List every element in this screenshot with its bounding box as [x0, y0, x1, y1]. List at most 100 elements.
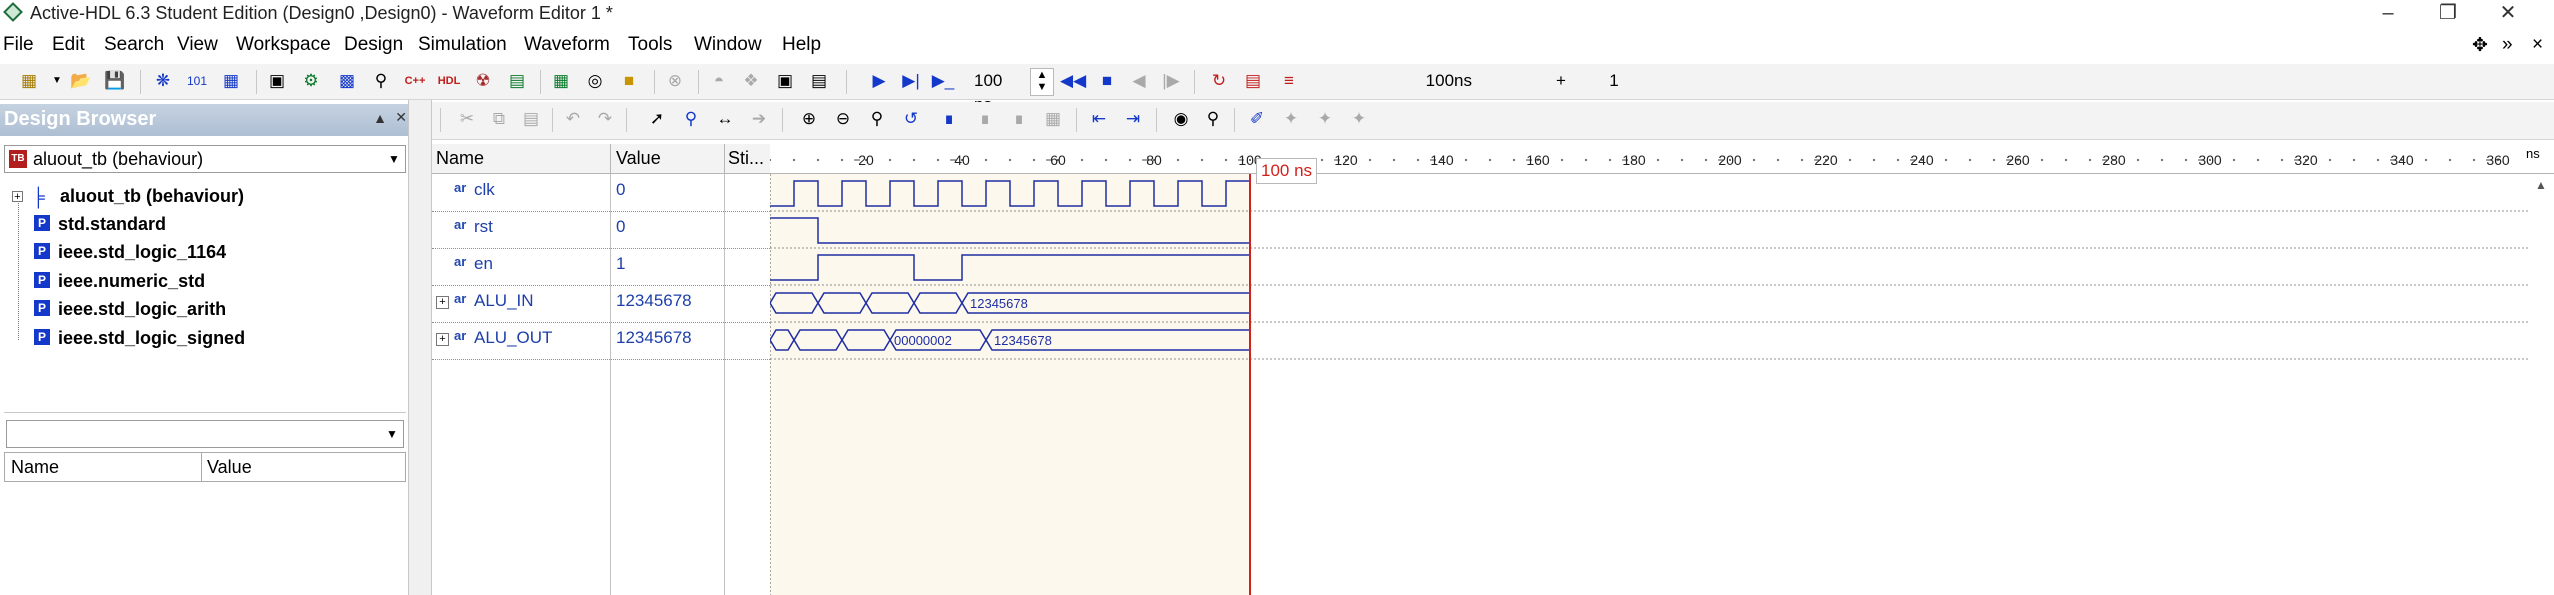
menu-search[interactable]: Search	[104, 34, 164, 56]
select-pointer-icon[interactable]: ➚	[644, 106, 670, 132]
signal-row-en[interactable]: ar en 1	[432, 248, 770, 286]
close-icon[interactable]: ×	[2532, 34, 2543, 56]
plus-icon[interactable]: +	[1548, 68, 1574, 94]
signal-row-alu-out[interactable]: + ar ALU_OUT 12345678	[432, 322, 770, 360]
zoom-fit-icon[interactable]: ⚲	[864, 106, 890, 132]
next-transition-icon[interactable]: ⇥	[1120, 106, 1146, 132]
signal-row-clk[interactable]: ar clk 0	[432, 174, 770, 212]
tree-item-ieee-std-logic-1164[interactable]: ieee.std_logic_1164	[58, 242, 226, 263]
time-spinner-icon[interactable]: ▲ ▼	[1030, 68, 1054, 96]
menu-view[interactable]: View	[177, 34, 218, 56]
chevron-down-icon[interactable]: ▼	[384, 425, 400, 443]
diagram-icon[interactable]: ▦	[548, 68, 574, 94]
column-header-value[interactable]: Value	[616, 148, 661, 169]
compile-icon[interactable]: ▣	[772, 68, 798, 94]
run-for-icon[interactable]: ▶_	[930, 68, 956, 94]
ruler-minor-tick	[1489, 159, 1491, 161]
time-ruler[interactable]: 20 40 60 80 100 120 140 160 180 200 220 240 260 280 30…	[770, 144, 2554, 174]
breakpoint-list-icon[interactable]: ≡	[1276, 68, 1302, 94]
save-icon[interactable]: 💾	[102, 68, 128, 94]
chevron-down-icon[interactable]: ▼	[386, 150, 402, 168]
menu-workspace[interactable]: Workspace	[236, 34, 331, 56]
pin-icon[interactable]: ▲	[373, 110, 387, 126]
edge-icon[interactable]: ∎	[936, 106, 962, 132]
minimize-button[interactable]: –	[2368, 0, 2408, 28]
column-header-stimulator[interactable]: Sti...	[728, 148, 764, 169]
measure-icon[interactable]: ↔	[712, 106, 738, 132]
package-icon: P	[34, 243, 50, 259]
tree-item-std-standard[interactable]: std.standard	[58, 214, 166, 235]
ruler-minor-tick	[2473, 159, 2475, 161]
menu-design[interactable]: Design	[344, 34, 403, 56]
chevrons-icon[interactable]: »	[2502, 34, 2513, 56]
zoom-in-icon[interactable]: ⊕	[796, 106, 822, 132]
ruler-tick-label: 60	[1050, 152, 1066, 168]
scroll-up-icon[interactable]: ▲	[2532, 178, 2550, 196]
menu-help[interactable]: Help	[782, 34, 821, 56]
restore-button[interactable]: ❐	[2428, 0, 2468, 28]
hierarchy-icon[interactable]: ⚙	[298, 68, 324, 94]
menu-file[interactable]: File	[3, 34, 34, 56]
ruler-minor-tick	[1105, 159, 1107, 161]
restart-icon[interactable]: ◀◀	[1060, 68, 1086, 94]
menu-edit[interactable]: Edit	[52, 34, 85, 56]
signal-name: en	[474, 254, 493, 273]
zoom-out-icon[interactable]: ⊖	[830, 106, 856, 132]
workspace-icon[interactable]: ▦	[16, 68, 42, 94]
grid-icon[interactable]: ▦	[218, 68, 244, 94]
tree-item-ieee-numeric-std[interactable]: ieee.numeric_std	[58, 271, 205, 292]
tree-item-ieee-std-logic-signed[interactable]: ieee.std_logic_signed	[58, 328, 245, 349]
find-icon[interactable]: ⚲	[368, 68, 394, 94]
zoom-range-icon[interactable]: ↺	[898, 106, 924, 132]
signal-row-alu-in[interactable]: + ar ALU_IN 12345678	[432, 285, 770, 323]
dropdown-arrow-icon[interactable]: ▼	[44, 68, 70, 94]
c-code-icon[interactable]: C++	[402, 68, 428, 94]
previous-transition-icon[interactable]: ⇤	[1086, 106, 1112, 132]
column-header-name[interactable]: Name	[11, 457, 59, 478]
tree-item-aluout-tb[interactable]: aluout_tb (behaviour)	[60, 186, 244, 207]
hdl-code-icon[interactable]: HDL	[436, 68, 462, 94]
object-filter-select[interactable]: ▼	[6, 420, 404, 448]
column-separator[interactable]	[201, 453, 202, 481]
books-icon[interactable]: ▤	[504, 68, 530, 94]
step-count-field[interactable]: 1	[1584, 69, 1644, 95]
move-icon[interactable]: ✥	[2472, 34, 2488, 57]
menu-window[interactable]: Window	[694, 34, 762, 56]
netlist-icon[interactable]: ❋	[150, 68, 176, 94]
column-header-value[interactable]: Value	[207, 457, 252, 478]
find-signal-icon[interactable]: ⚲	[1200, 106, 1226, 132]
expand-icon[interactable]: +	[436, 333, 449, 346]
tree-expand-icon[interactable]: +	[12, 191, 23, 203]
tree-item-ieee-std-logic-arith[interactable]: ieee.std_logic_arith	[58, 299, 226, 320]
compile-all-icon[interactable]: ▤	[806, 68, 832, 94]
waveform-area[interactable]: 12345678 00000002 12345678	[770, 174, 2554, 595]
library-icon[interactable]: ▣	[264, 68, 290, 94]
run-until-icon[interactable]: ▶|	[898, 68, 924, 94]
block-icon[interactable]: ▩	[334, 68, 360, 94]
column-header-name[interactable]: Name	[436, 148, 484, 169]
menu-waveform[interactable]: Waveform	[524, 34, 610, 56]
panel-splitter[interactable]	[408, 100, 432, 595]
binary-icon[interactable]: 101	[184, 68, 210, 94]
run-icon[interactable]: ▶	[866, 68, 892, 94]
top-unit-select[interactable]: TB aluout_tb (behaviour) ▼	[4, 145, 406, 173]
breakpoint-toggle-icon[interactable]: ↻	[1206, 68, 1232, 94]
expand-icon[interactable]: +	[436, 296, 449, 309]
stimulator-icon[interactable]: ✐	[1244, 106, 1270, 132]
flow-icon[interactable]: ☢	[470, 68, 496, 94]
tip-icon[interactable]: ◎	[582, 68, 608, 94]
zoom-icon[interactable]: ⚲	[678, 106, 704, 132]
menu-simulation[interactable]: Simulation	[418, 34, 507, 56]
close-window-button[interactable]: ✕	[2488, 0, 2528, 28]
panel-close-icon[interactable]: ✕	[395, 109, 407, 126]
macro-icon[interactable]: ■	[616, 68, 642, 94]
open-folder-icon[interactable]: 📂	[68, 68, 94, 94]
ruler-tick-label: 220	[1814, 152, 1838, 168]
binoculars-icon[interactable]: ◉	[1168, 106, 1194, 132]
breakpoint-edit-icon[interactable]: ▤	[1240, 68, 1266, 94]
menu-tools[interactable]: Tools	[628, 34, 672, 56]
end-sim-icon[interactable]: ■	[1094, 68, 1120, 94]
signal-row-rst[interactable]: ar rst 0	[432, 211, 770, 249]
sim-time-field[interactable]: 100 ns	[970, 69, 1026, 114]
run-until-field[interactable]: 100ns	[1310, 69, 1562, 95]
